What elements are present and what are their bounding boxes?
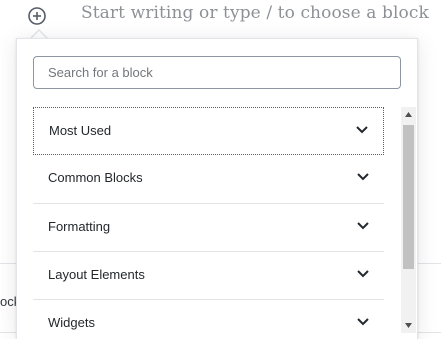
- chevron-down-icon: [356, 126, 368, 134]
- caret-down-icon: [405, 323, 412, 328]
- add-block-button[interactable]: [26, 5, 48, 27]
- chevron-down-icon: [357, 318, 369, 326]
- panel-label: Layout Elements: [48, 267, 145, 282]
- plus-circle-icon: [28, 7, 46, 25]
- block-inserter-popover: Most Used Common Blocks Formatting Layou…: [16, 38, 418, 339]
- panel-label: Widgets: [48, 315, 95, 330]
- panel-widgets[interactable]: Widgets: [33, 299, 384, 339]
- scroll-up-button[interactable]: [401, 107, 416, 122]
- scroll-thumb[interactable]: [403, 125, 414, 269]
- panel-label: Common Blocks: [48, 170, 143, 185]
- panel-layout-elements[interactable]: Layout Elements: [33, 251, 384, 299]
- chevron-down-icon: [357, 270, 369, 278]
- inserter-results: Most Used Common Blocks Formatting Layou…: [33, 107, 384, 339]
- panel-most-used[interactable]: Most Used: [33, 107, 384, 155]
- caret-up-icon: [405, 112, 412, 117]
- panel-label: Formatting: [48, 219, 111, 234]
- results-scrollbar[interactable]: [401, 107, 416, 333]
- panel-common-blocks[interactable]: Common Blocks: [33, 155, 384, 203]
- editor-placeholder[interactable]: Start writing or type / to choose a bloc…: [81, 3, 429, 23]
- chevron-down-icon: [357, 222, 369, 230]
- block-search-input[interactable]: [33, 56, 401, 89]
- chevron-down-icon: [357, 173, 369, 181]
- scroll-down-button[interactable]: [401, 318, 416, 333]
- panel-formatting[interactable]: Formatting: [33, 203, 384, 251]
- editor-cutoff-text: ocks: [0, 294, 16, 309]
- panel-label: Most Used: [49, 123, 112, 138]
